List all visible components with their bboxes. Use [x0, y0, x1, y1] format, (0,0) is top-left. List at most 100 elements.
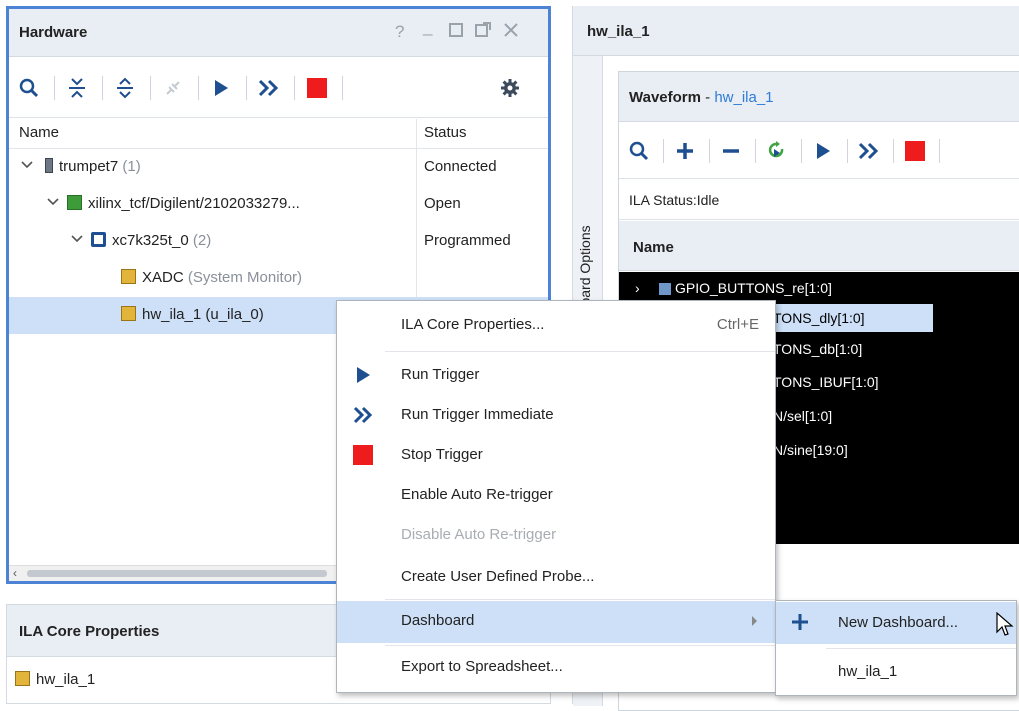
run-trigger-icon: [351, 365, 375, 385]
menu-ila-core-properties[interactable]: ILA Core Properties... Ctrl+E: [337, 305, 775, 345]
search-icon[interactable]: [13, 72, 45, 104]
tree-row-count: (2): [192, 232, 212, 249]
maximize-icon[interactable]: [449, 22, 463, 42]
menu-item-label: Stop Trigger: [401, 446, 483, 463]
close-icon[interactable]: [503, 22, 519, 43]
menu-create-user-defined-probe[interactable]: Create User Defined Probe...: [337, 557, 775, 597]
menu-run-trigger[interactable]: Run Trigger: [337, 355, 775, 395]
remove-probe-icon[interactable]: [715, 135, 747, 167]
menu-item-label: Run Trigger: [401, 366, 480, 383]
signal-row[interactable]: N/sel[1:0]: [773, 408, 832, 424]
chevron-down-icon[interactable]: [21, 158, 33, 175]
collapse-all-icon[interactable]: [61, 72, 93, 104]
menu-item-label: Enable Auto Re-trigger: [401, 486, 553, 503]
mouse-cursor-icon: [996, 611, 1014, 642]
menu-dashboard[interactable]: Dashboard: [337, 601, 775, 643]
tree-row-suffix: (System Monitor): [187, 269, 303, 286]
hardware-panel-title: Hardware: [19, 24, 88, 41]
tree-row-xadc[interactable]: XADC (System Monitor): [9, 260, 548, 297]
stop-trigger-icon[interactable]: [899, 135, 931, 167]
tree-row-label: xilinx_tcf/Digilent/2102033279...: [88, 195, 300, 212]
signal-row[interactable]: › GPIO_BUTTONS_re[1:0]: [619, 276, 1019, 302]
menu-disable-auto-retrigger: Disable Auto Re-trigger: [337, 515, 775, 555]
board-icon: [67, 195, 82, 210]
ila-properties-title: ILA Core Properties: [19, 623, 160, 640]
minimize-icon[interactable]: _: [423, 17, 432, 37]
menu-item-label: Create User Defined Probe...: [401, 568, 595, 585]
signal-label: GPIO_BUTTONS_re[1:0]: [675, 280, 832, 296]
help-icon[interactable]: ?: [395, 22, 404, 42]
bus-icon: [659, 283, 671, 295]
menu-item-label: Dashboard: [401, 612, 475, 629]
menu-item-label: hw_ila_1: [838, 663, 898, 680]
disconnect-icon: [157, 72, 189, 104]
column-status[interactable]: Status: [424, 124, 467, 141]
signal-row[interactable]: TONS_IBUF[1:0]: [773, 374, 879, 390]
hardware-toolbar: [9, 58, 548, 118]
waveform-dash: -: [700, 89, 715, 106]
chevron-right-icon: [751, 614, 759, 631]
expand-all-icon[interactable]: [109, 72, 141, 104]
tree-row-count: (1): [122, 158, 141, 175]
ila-status: ILA Status:Idle: [629, 192, 720, 208]
scroll-left-icon[interactable]: ‹: [13, 566, 17, 580]
auto-retrigger-icon[interactable]: [761, 135, 793, 167]
tree-row-label: trumpet7: [59, 158, 119, 175]
tree-row-server[interactable]: trumpet7 (1) Connected: [9, 149, 548, 186]
signal-label: N/sine[19:0]: [773, 442, 848, 458]
run-trigger-immediate-icon[interactable]: [853, 135, 885, 167]
column-name[interactable]: Name: [19, 124, 59, 141]
add-probe-icon[interactable]: [669, 135, 701, 167]
menu-item-label: Export to Spreadsheet...: [401, 658, 563, 675]
menu-item-shortcut: Ctrl+E: [716, 316, 759, 333]
menu-run-trigger-immediate[interactable]: Run Trigger Immediate: [337, 395, 775, 435]
search-icon[interactable]: [623, 135, 655, 167]
tree-row-label: hw_ila_1 (u_ila_0): [142, 306, 264, 323]
signal-row[interactable]: N/sine[19:0]: [773, 442, 848, 458]
plus-icon: [790, 612, 810, 636]
stop-trigger-icon: [351, 445, 375, 465]
context-menu: ILA Core Properties... Ctrl+E Run Trigge…: [336, 300, 776, 693]
ila-properties-item: hw_ila_1: [36, 671, 96, 688]
float-icon[interactable]: [475, 22, 491, 43]
hardware-column-header: Name Status: [9, 119, 548, 149]
chevron-down-icon[interactable]: [71, 232, 83, 249]
menu-item-label: Disable Auto Re-trigger: [401, 526, 557, 543]
hw-ila-panel-title[interactable]: hw_ila_1: [587, 23, 650, 40]
tree-row-target[interactable]: xilinx_tcf/Digilent/2102033279... Open: [9, 186, 548, 223]
waveform-column-name[interactable]: Name: [633, 239, 674, 256]
server-icon: [45, 158, 53, 173]
run-trigger-icon[interactable]: [205, 72, 237, 104]
gear-icon[interactable]: [494, 72, 526, 104]
menu-dashboard-hw-ila-1[interactable]: hw_ila_1: [776, 651, 1016, 693]
tree-row-status: Programmed: [424, 232, 511, 249]
tree-row-status: Open: [424, 195, 461, 212]
menu-export-to-spreadsheet[interactable]: Export to Spreadsheet...: [337, 647, 775, 687]
waveform-target: hw_ila_1: [714, 89, 774, 106]
menu-stop-trigger[interactable]: Stop Trigger: [337, 435, 775, 475]
chip-icon: [91, 232, 106, 247]
run-trigger-immediate-icon[interactable]: [253, 72, 285, 104]
run-trigger-immediate-icon: [351, 405, 375, 425]
core-icon: [121, 269, 136, 284]
run-trigger-icon[interactable]: [807, 135, 839, 167]
menu-item-label: New Dashboard...: [838, 614, 959, 631]
chevron-down-icon[interactable]: [47, 195, 59, 212]
waveform-title: Waveform: [629, 89, 701, 106]
menu-item-label: ILA Core Properties...: [401, 316, 545, 333]
signal-label: TONS_dly[1:0]: [773, 310, 865, 326]
stop-trigger-icon[interactable]: [301, 72, 333, 104]
signal-row[interactable]: TONS_db[1:0]: [773, 341, 862, 357]
tree-row-label: XADC: [142, 269, 184, 286]
signal-label: TONS_IBUF[1:0]: [773, 374, 879, 390]
tree-row-device[interactable]: xc7k325t_0 (2) Programmed: [9, 223, 548, 260]
hw-ila-panel-header: hw_ila_1: [573, 6, 1019, 56]
signal-label: N/sel[1:0]: [773, 408, 833, 424]
waveform-toolbar: [619, 123, 1019, 179]
menu-enable-auto-retrigger[interactable]: Enable Auto Re-trigger: [337, 475, 775, 515]
dashboard-submenu: New Dashboard... hw_ila_1: [775, 600, 1017, 696]
menu-item-label: Run Trigger Immediate: [401, 406, 554, 423]
menu-new-dashboard[interactable]: New Dashboard...: [776, 602, 1016, 644]
core-icon: [121, 306, 136, 321]
hardware-panel-header: Hardware ? _: [9, 9, 548, 57]
